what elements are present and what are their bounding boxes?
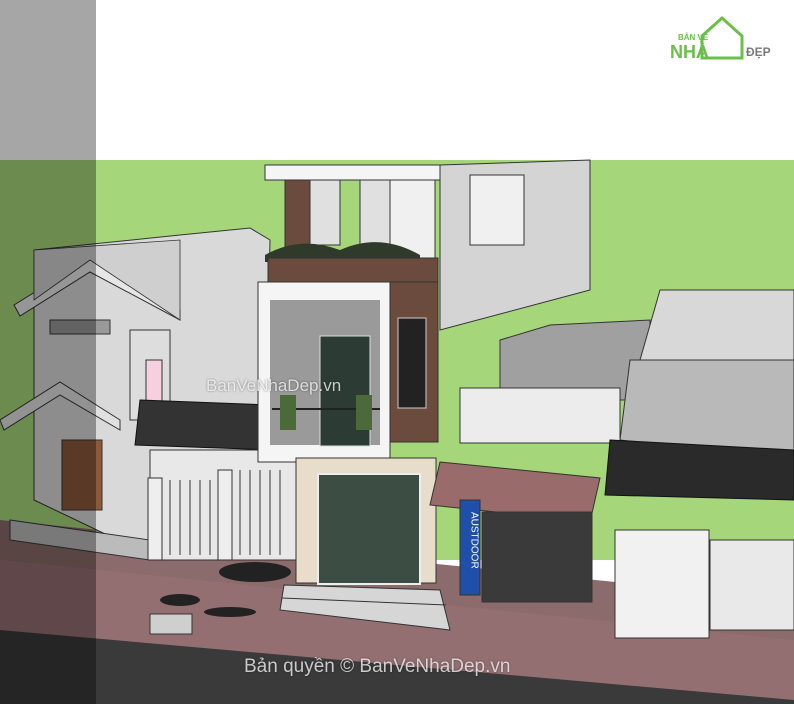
house-render-scene: AUSTDOOR BẢN VẼ NHÀ ĐẸP xyxy=(0,0,794,704)
sky xyxy=(0,0,794,160)
austdoor-sign: AUSTDOOR xyxy=(469,512,480,569)
left-shade-band xyxy=(0,0,96,704)
svg-text:BẢN VẼ: BẢN VẼ xyxy=(678,33,709,42)
svg-text:NHÀ: NHÀ xyxy=(670,41,709,62)
planter-box xyxy=(149,613,193,635)
watermark-middle: BanVeNhaDep.vn xyxy=(206,376,342,395)
watermark-bottom: Bản quyền © BanVeNhaDep.vn xyxy=(244,656,511,677)
svg-text:ĐẸP: ĐẸP xyxy=(746,45,771,59)
